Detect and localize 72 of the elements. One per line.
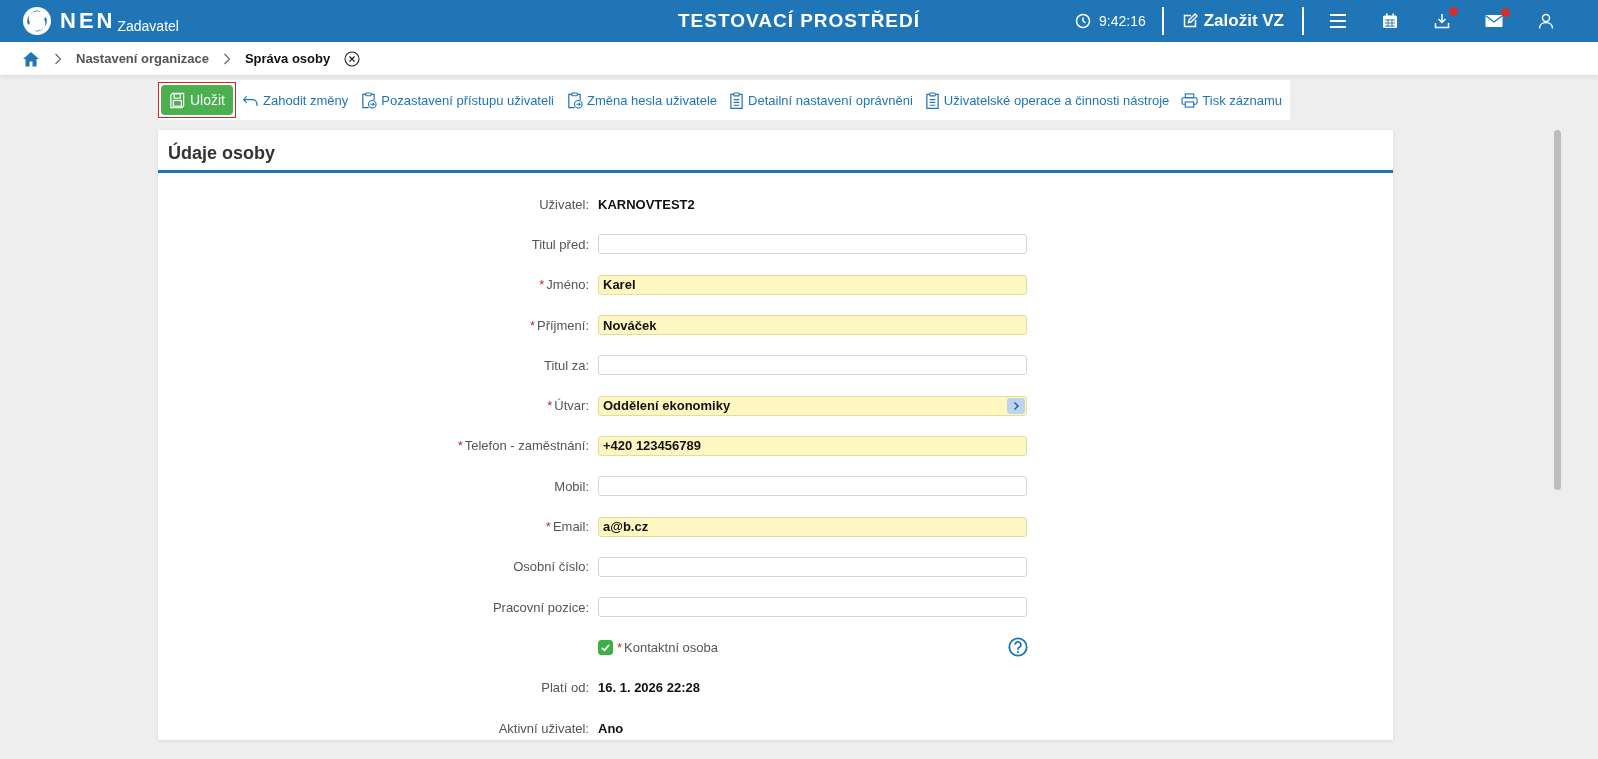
- field-value: 16. 1. 2026 22:28: [598, 680, 700, 696]
- undo-arrow-icon: [242, 93, 259, 107]
- field-label: Pracovní pozice:: [492, 599, 589, 615]
- field-value: KARNOVTEST2: [598, 196, 695, 212]
- clipboard-arrow-icon: [360, 91, 378, 109]
- logo-subtitle: Zadavatel: [117, 18, 179, 34]
- clipboard-icon: [924, 91, 940, 109]
- select-field[interactable]: Oddělení ekonomiky: [598, 395, 1027, 416]
- field-label: Telefon - zaměstnání:: [464, 438, 589, 454]
- user-icon[interactable]: [1538, 13, 1554, 29]
- input-field[interactable]: +420 123456789: [598, 435, 1027, 456]
- close-icon[interactable]: [344, 50, 361, 67]
- clipboard-arrow-icon: [566, 91, 583, 109]
- field-label: Příjmení:: [537, 317, 589, 333]
- chevron-icon: [54, 52, 62, 65]
- field-label: Titul za:: [543, 357, 589, 373]
- checkmark-icon: [600, 641, 611, 653]
- chevron-icon[interactable]: [1007, 397, 1025, 414]
- calendar-icon[interactable]: [1382, 13, 1398, 29]
- required-mark: *: [529, 317, 535, 333]
- input-field[interactable]: [598, 476, 1027, 497]
- field-label: Uživatel:: [539, 196, 589, 212]
- required-mark: *: [457, 438, 463, 454]
- notification-dot: [1449, 7, 1458, 16]
- input-field[interactable]: [598, 355, 1027, 376]
- clock-icon: [1075, 13, 1091, 29]
- create-button[interactable]: Založit VZ: [1175, 11, 1290, 31]
- environment-title: TESTOVACÍ PROSTŘEDÍ: [677, 10, 921, 32]
- clipboard-icon: [729, 91, 745, 109]
- toolbar-link[interactable]: Detailní nastavení oprávněni: [729, 91, 913, 109]
- field-label: Titul před:: [531, 236, 589, 252]
- field-label: Email:: [552, 519, 589, 534]
- field-label: Osobní číslo:: [513, 559, 589, 575]
- save-button[interactable]: Uložit: [161, 85, 233, 115]
- breadcrumb-current: Správa osoby: [244, 51, 331, 66]
- card-title: Údaje osoby: [158, 130, 1393, 173]
- field-label: Mobil:: [554, 478, 589, 494]
- input-field[interactable]: [598, 556, 1027, 577]
- input-field[interactable]: [598, 597, 1027, 618]
- logo-icon: [22, 6, 52, 36]
- menu-icon[interactable]: [1329, 13, 1347, 29]
- download-icon[interactable]: [1434, 13, 1450, 29]
- mail-icon[interactable]: [1485, 14, 1503, 28]
- clock-time: 9:42:16: [1099, 13, 1146, 29]
- checkbox[interactable]: [598, 639, 613, 655]
- printer-icon: [1181, 92, 1199, 108]
- input-field[interactable]: [598, 234, 1027, 255]
- required-mark: *: [617, 639, 623, 655]
- field-label: Aktivní uživatel:: [498, 720, 589, 736]
- field-label: Útvar:: [554, 398, 589, 414]
- notification-dot: [1501, 8, 1510, 17]
- field-label: Jméno:: [546, 277, 589, 293]
- input-field[interactable]: Nováček: [598, 315, 1027, 336]
- toolbar-link[interactable]: Uživatelské operace a činnosti nástroje: [924, 91, 1170, 109]
- help-icon[interactable]: [1008, 637, 1028, 658]
- field-label: Platí od:: [541, 680, 589, 696]
- input-field[interactable]: Karel: [598, 274, 1027, 295]
- toolbar-link[interactable]: Tisk záznamu: [1181, 92, 1283, 108]
- required-mark: *: [545, 519, 551, 534]
- chevron-icon: [222, 52, 231, 65]
- field-value: Ano: [598, 720, 624, 736]
- toolbar-link[interactable]: Změna hesla uživatele: [566, 91, 718, 109]
- toolbar-link[interactable]: Zahodit změny: [242, 92, 349, 108]
- logo-text: NEN: [60, 8, 116, 34]
- checkbox-label: Kontaktní osoba: [624, 639, 719, 655]
- edit-icon: [1181, 13, 1198, 29]
- home-icon[interactable]: [22, 50, 40, 67]
- toolbar-link[interactable]: Pozastavení přístupu uživateli: [360, 91, 554, 109]
- required-mark: *: [547, 398, 553, 414]
- input-field[interactable]: a@b.cz: [598, 516, 1027, 537]
- required-mark: *: [539, 277, 545, 293]
- breadcrumb-link[interactable]: Nastavení organizace: [76, 51, 209, 66]
